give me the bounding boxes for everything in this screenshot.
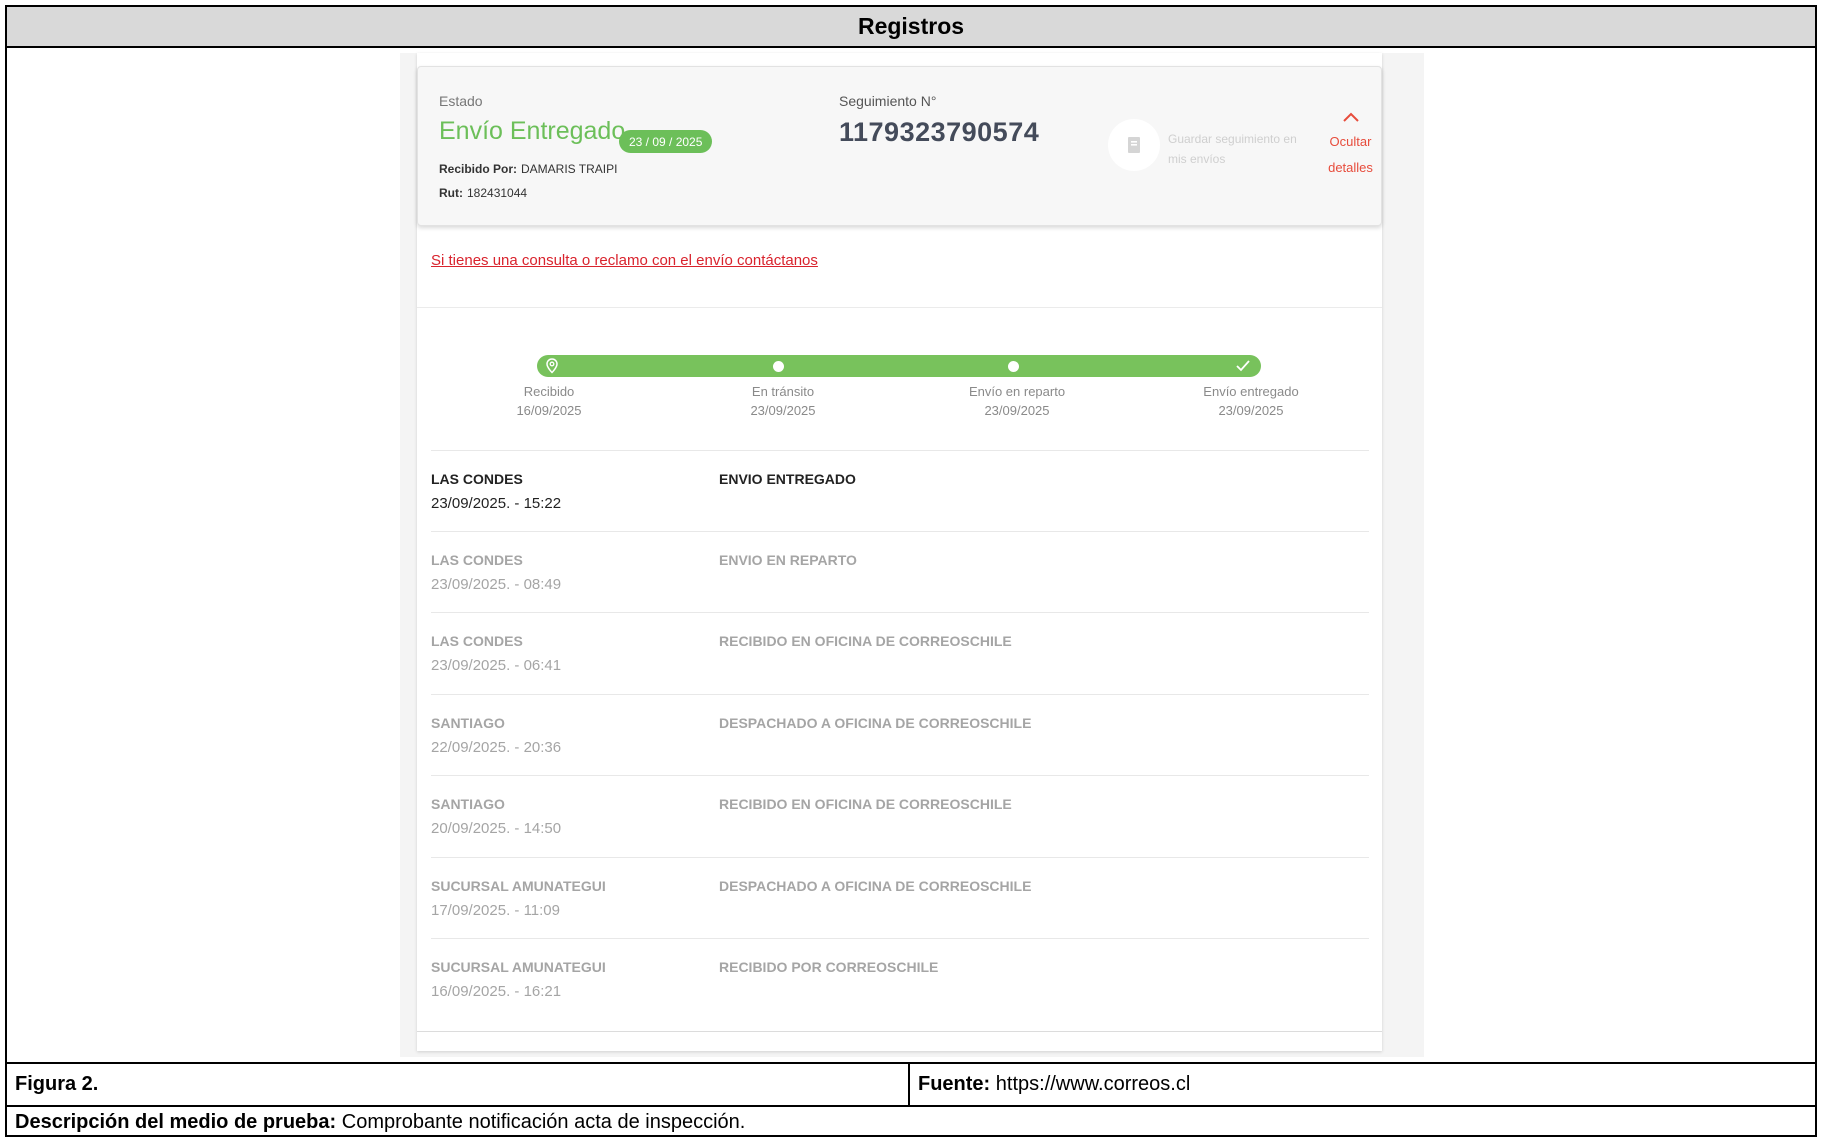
event-row: SANTIAGO 20/09/2025. - 14:50 RECIBIDO EN…: [431, 775, 1369, 857]
title-bar: Registros: [7, 7, 1815, 48]
rut-line: Rut: 182431044: [439, 186, 527, 200]
progress-dot-transit: [773, 361, 784, 372]
progress-step-label: Envío en reparto: [968, 384, 1066, 399]
event-location: SANTIAGO: [431, 796, 505, 812]
event-datetime: 16/09/2025. - 16:21: [431, 983, 562, 1000]
rut-label: Rut:: [439, 186, 463, 200]
contact-link[interactable]: Si tienes una consulta o reclamo con el …: [431, 252, 818, 269]
event-row: SANTIAGO 22/09/2025. - 20:36 DESPACHADO …: [431, 694, 1369, 776]
progress-step-date: 23/09/2025: [984, 403, 1050, 418]
figure-label-cell: Figura 2.: [7, 1064, 910, 1105]
rut-value: 182431044: [467, 186, 528, 200]
estado-label: Estado: [439, 93, 483, 109]
progress-step-date: 23/09/2025: [750, 403, 816, 418]
description-value: Comprobante notificación acta de inspecc…: [341, 1110, 746, 1133]
recibido-por-label: Recibido Por:: [439, 162, 518, 176]
event-description: DESPACHADO A OFICINA DE CORREOSCHILE: [719, 715, 1032, 731]
location-pin-icon: [546, 358, 558, 374]
figure-caption-row: Figura 2. Fuente: https://www.correos.cl: [7, 1062, 1815, 1105]
tracking-screenshot: Estado Envío Entregado 23 / 09 / 2025 Re…: [400, 53, 1424, 1057]
event-datetime: 20/09/2025. - 14:50: [431, 820, 562, 837]
progress-step: En tránsito 23/09/2025: [703, 382, 863, 420]
recibido-por-line: Recibido Por: DAMARIS TRAIPI: [439, 162, 617, 176]
event-description: DESPACHADO A OFICINA DE CORREOSCHILE: [719, 878, 1032, 894]
source-label: Fuente:: [918, 1073, 991, 1095]
hide-details-label-2: detalles: [1328, 160, 1373, 175]
event-location: LAS CONDES: [431, 633, 523, 649]
section-divider: [417, 307, 1382, 308]
tracking-number: 1179323790574: [839, 117, 1040, 147]
estado-value: Envío Entregado: [439, 117, 626, 145]
event-description: RECIBIDO POR CORREOSCHILE: [719, 959, 939, 975]
source-url: https://www.correos.cl: [995, 1073, 1191, 1095]
event-location: SANTIAGO: [431, 715, 505, 731]
event-location: SUCURSAL AMUNATEGUI: [431, 959, 606, 975]
event-datetime: 23/09/2025. - 08:49: [431, 576, 562, 593]
event-location: LAS CONDES: [431, 471, 523, 487]
progress-step-label: En tránsito: [751, 384, 815, 399]
figure-label: Figura 2.: [15, 1073, 99, 1095]
progress-step: Recibido 16/09/2025: [469, 382, 629, 420]
hide-details-label-1: Ocultar: [1329, 134, 1372, 149]
event-datetime: 23/09/2025. - 15:22: [431, 495, 562, 512]
event-description: RECIBIDO EN OFICINA DE CORREOSCHILE: [719, 796, 1012, 812]
tracking-panel: Estado Envío Entregado 23 / 09 / 2025 Re…: [417, 53, 1382, 1051]
document-table: Registros Estado Envío Entregado 23 / 09…: [5, 5, 1817, 1137]
status-date-badge: 23 / 09 / 2025: [619, 130, 713, 153]
event-row: SUCURSAL AMUNATEGUI 17/09/2025. - 11:09 …: [431, 857, 1369, 939]
event-row: LAS CONDES 23/09/2025. - 08:49 ENVIO EN …: [431, 531, 1369, 613]
event-description: ENVIO ENTREGADO: [719, 471, 856, 487]
save-tracking-text[interactable]: Guardar seguimiento en mis envíos: [1168, 129, 1318, 169]
chevron-up-icon: [1323, 107, 1378, 129]
document-title: Registros: [857, 13, 965, 39]
progress-step: Envío en reparto 23/09/2025: [937, 382, 1097, 420]
status-card: Estado Envío Entregado 23 / 09 / 2025 Re…: [417, 66, 1382, 226]
hide-details-button[interactable]: Ocultar detalles: [1323, 107, 1378, 181]
event-row: SUCURSAL AMUNATEGUI 16/09/2025. - 16:21 …: [431, 938, 1369, 1020]
progress-bar: [537, 355, 1261, 377]
description-label: Descripción del medio de prueba:: [15, 1110, 337, 1133]
event-row: LAS CONDES 23/09/2025. - 15:22 ENVIO ENT…: [431, 450, 1369, 532]
description-row: Descripción del medio de prueba: Comprob…: [7, 1105, 1815, 1137]
event-datetime: 23/09/2025. - 06:41: [431, 657, 562, 674]
recibido-por-value: DAMARIS TRAIPI: [521, 162, 618, 176]
progress-step-label: Recibido: [523, 384, 575, 399]
event-datetime: 17/09/2025. - 11:09: [431, 902, 560, 919]
event-location: SUCURSAL AMUNATEGUI: [431, 878, 606, 894]
event-description: ENVIO EN REPARTO: [719, 552, 857, 568]
progress-step-date: 16/09/2025: [516, 403, 582, 418]
bookmark-icon: [1128, 137, 1140, 153]
events-bottom-divider: [417, 1031, 1382, 1032]
check-icon: [1236, 360, 1250, 372]
progress-step: Envío entregado 23/09/2025: [1171, 382, 1331, 420]
progress-dot-reparto: [1008, 361, 1019, 372]
event-datetime: 22/09/2025. - 20:36: [431, 739, 562, 756]
progress-step-label: Envío entregado: [1203, 384, 1299, 399]
seguimiento-label: Seguimiento N°: [839, 93, 937, 109]
source-cell: Fuente: https://www.correos.cl: [910, 1064, 1190, 1105]
event-row: LAS CONDES 23/09/2025. - 06:41 RECIBIDO …: [431, 612, 1369, 694]
progress-step-date: 23/09/2025: [1218, 403, 1284, 418]
figure-content: Estado Envío Entregado 23 / 09 / 2025 Re…: [7, 48, 1815, 1062]
event-location: LAS CONDES: [431, 552, 523, 568]
event-description: RECIBIDO EN OFICINA DE CORREOSCHILE: [719, 633, 1012, 649]
save-tracking-button[interactable]: [1108, 119, 1160, 171]
